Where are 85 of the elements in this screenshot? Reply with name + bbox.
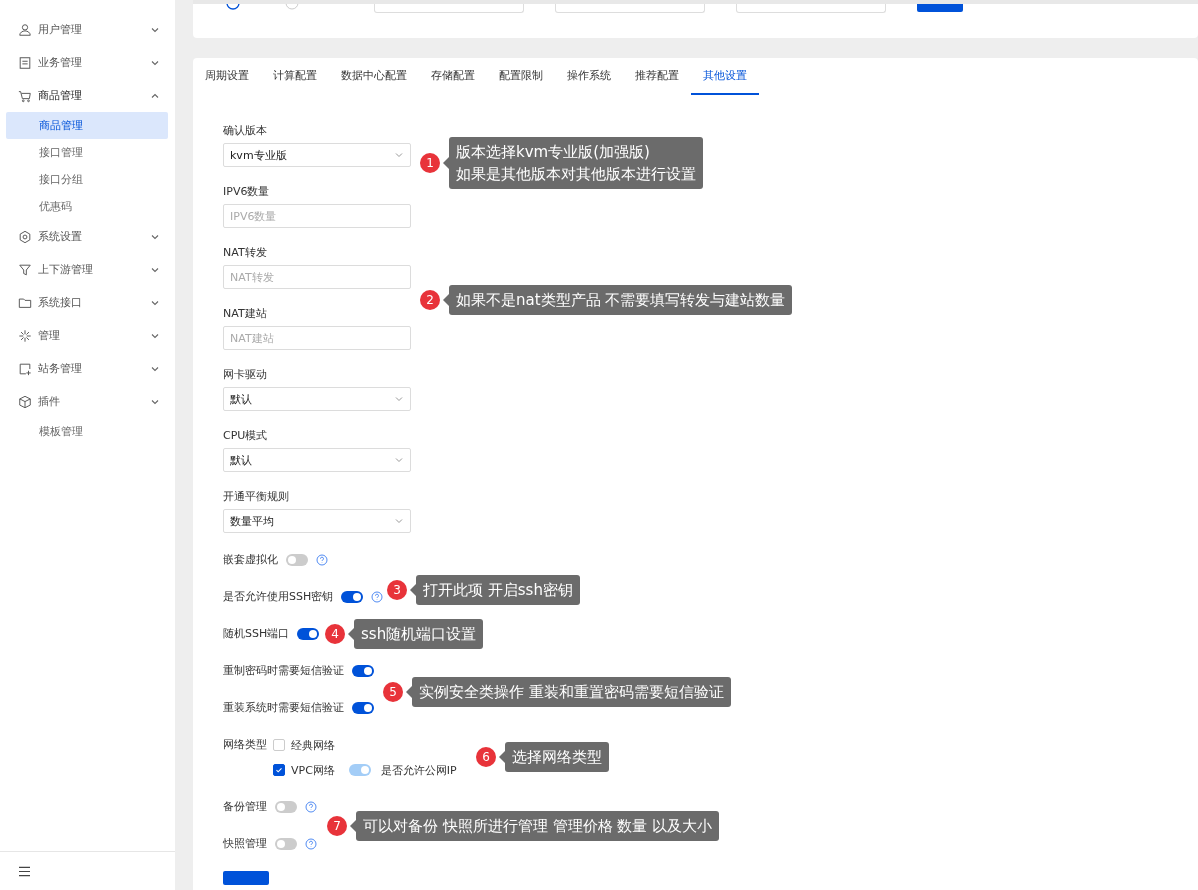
sidebar-item[interactable]: 管理 bbox=[6, 319, 168, 352]
toggle-switch[interactable] bbox=[297, 628, 320, 640]
select-field[interactable]: kvm专业版 bbox=[223, 143, 411, 167]
cart-icon bbox=[18, 88, 32, 103]
field-label: 网络类型 bbox=[223, 737, 267, 753]
help-icon[interactable] bbox=[305, 838, 317, 850]
checkbox[interactable] bbox=[273, 764, 285, 776]
tab[interactable]: 推荐配置 bbox=[623, 58, 691, 95]
chevron-down-icon bbox=[394, 516, 404, 526]
field-label: IPV6数量 bbox=[223, 184, 271, 200]
switch-label: 备份管理 bbox=[223, 799, 267, 815]
sidebar-item[interactable]: 用户管理 bbox=[6, 13, 168, 46]
toggle-switch[interactable] bbox=[275, 838, 297, 850]
tab[interactable]: 周期设置 bbox=[193, 58, 261, 95]
chevron-down-icon bbox=[394, 150, 404, 160]
field-label: NAT转发 bbox=[223, 245, 268, 261]
sidebar-item[interactable]: 插件 bbox=[6, 385, 168, 418]
help-icon[interactable] bbox=[316, 554, 328, 566]
field-label: 开通平衡规则 bbox=[223, 489, 290, 505]
sidebar-item[interactable]: 模板管理 bbox=[6, 418, 168, 445]
sidebar-subitem[interactable]: 接口分组 bbox=[6, 166, 168, 193]
sidebar-subitem[interactable]: 商品管理 bbox=[6, 112, 168, 139]
toggle-switch[interactable] bbox=[352, 702, 374, 714]
select-field[interactable]: 默认 bbox=[223, 387, 411, 411]
toggle-switch[interactable] bbox=[275, 801, 297, 813]
input-field[interactable]: NAT转发 bbox=[223, 265, 411, 289]
input-field[interactable]: IPV6数量 bbox=[223, 204, 411, 228]
tab[interactable]: 数据中心配置 bbox=[329, 58, 419, 95]
switch-label: 重装系统时需要短信验证 bbox=[223, 700, 344, 716]
radio-button[interactable] bbox=[226, 4, 240, 10]
box-icon bbox=[18, 361, 32, 376]
help-icon[interactable] bbox=[371, 591, 384, 603]
tab[interactable]: 存储配置 bbox=[419, 58, 487, 95]
toggle-switch[interactable] bbox=[341, 591, 364, 603]
annotation-callout: 实例安全类操作 重装和重置密码需要短信验证 bbox=[406, 677, 731, 707]
switch-label: 是否允许使用SSH密钥 bbox=[223, 589, 334, 605]
input-field[interactable] bbox=[555, 4, 705, 13]
funnel-icon bbox=[18, 262, 32, 277]
tab[interactable]: 操作系统 bbox=[555, 58, 623, 95]
select-field[interactable]: 默认 bbox=[223, 448, 411, 472]
sidebar-subitem[interactable]: 优惠码 bbox=[6, 193, 168, 220]
annotation-callout: 打开此项 开启ssh密钥 bbox=[410, 575, 580, 605]
select-field[interactable]: 数量平均 bbox=[223, 509, 411, 533]
doc-icon bbox=[18, 55, 32, 70]
spark-icon bbox=[18, 328, 32, 343]
sidebar-item[interactable]: 站务管理 bbox=[6, 352, 168, 385]
help-icon[interactable] bbox=[305, 801, 317, 813]
chevron-down-icon bbox=[394, 455, 404, 465]
gear-icon bbox=[18, 229, 32, 244]
annotation-callout: 可以对备份 快照所进行管理 管理价格 数量 以及大小 bbox=[350, 811, 720, 841]
checkbox-label: 经典网络 bbox=[291, 737, 335, 753]
cube-icon bbox=[18, 394, 32, 409]
checkbox-label: VPC网络 bbox=[291, 762, 335, 778]
sidebar-item[interactable]: 系统设置 bbox=[6, 220, 168, 253]
input-field[interactable] bbox=[374, 4, 524, 13]
switch-label: 快照管理 bbox=[223, 836, 267, 852]
sidebar-item[interactable]: 上下游管理 bbox=[6, 253, 168, 286]
input-field[interactable]: NAT建站 bbox=[223, 326, 411, 350]
tab[interactable]: 配置限制 bbox=[487, 58, 555, 95]
check-icon bbox=[274, 765, 284, 775]
menu-icon[interactable] bbox=[18, 865, 31, 877]
toggle-switch[interactable] bbox=[352, 665, 374, 677]
user-icon bbox=[18, 22, 32, 37]
annotation-callout: 选择网络类型 bbox=[499, 742, 609, 772]
field-label: CPU模式 bbox=[223, 428, 269, 444]
tab[interactable]: 计算配置 bbox=[261, 58, 329, 95]
annotation-callout: 版本选择kvm专业版(加强版) 如果是其他版本对其他版本进行设置 bbox=[443, 137, 703, 189]
sidebar-item[interactable]: 商品管理 bbox=[6, 79, 168, 112]
switch-label: 是否允许公网IP bbox=[380, 762, 457, 778]
field-label: NAT建站 bbox=[223, 306, 268, 322]
folder-icon bbox=[18, 295, 32, 310]
field-label: 确认版本 bbox=[223, 123, 268, 139]
input-field[interactable] bbox=[736, 4, 886, 13]
switch-label: 随机SSH端口 bbox=[223, 626, 290, 642]
switch-label: 重制密码时需要短信验证 bbox=[223, 663, 344, 679]
sidebar-item[interactable]: 系统接口 bbox=[6, 286, 168, 319]
toggle-switch[interactable] bbox=[286, 554, 308, 566]
sidebar-item[interactable]: 业务管理 bbox=[6, 46, 168, 79]
chevron-down-icon bbox=[394, 394, 404, 404]
annotation-callout: 如果不是nat类型产品 不需要填写转发与建站数量 bbox=[443, 285, 793, 315]
switch-label: 嵌套虚拟化 bbox=[223, 552, 278, 568]
tab[interactable]: 其他设置 bbox=[691, 58, 759, 95]
sidebar-subitem[interactable]: 接口管理 bbox=[6, 139, 168, 166]
field-label: 网卡驱动 bbox=[223, 367, 268, 383]
annotation-callout: ssh随机端口设置 bbox=[348, 619, 484, 649]
